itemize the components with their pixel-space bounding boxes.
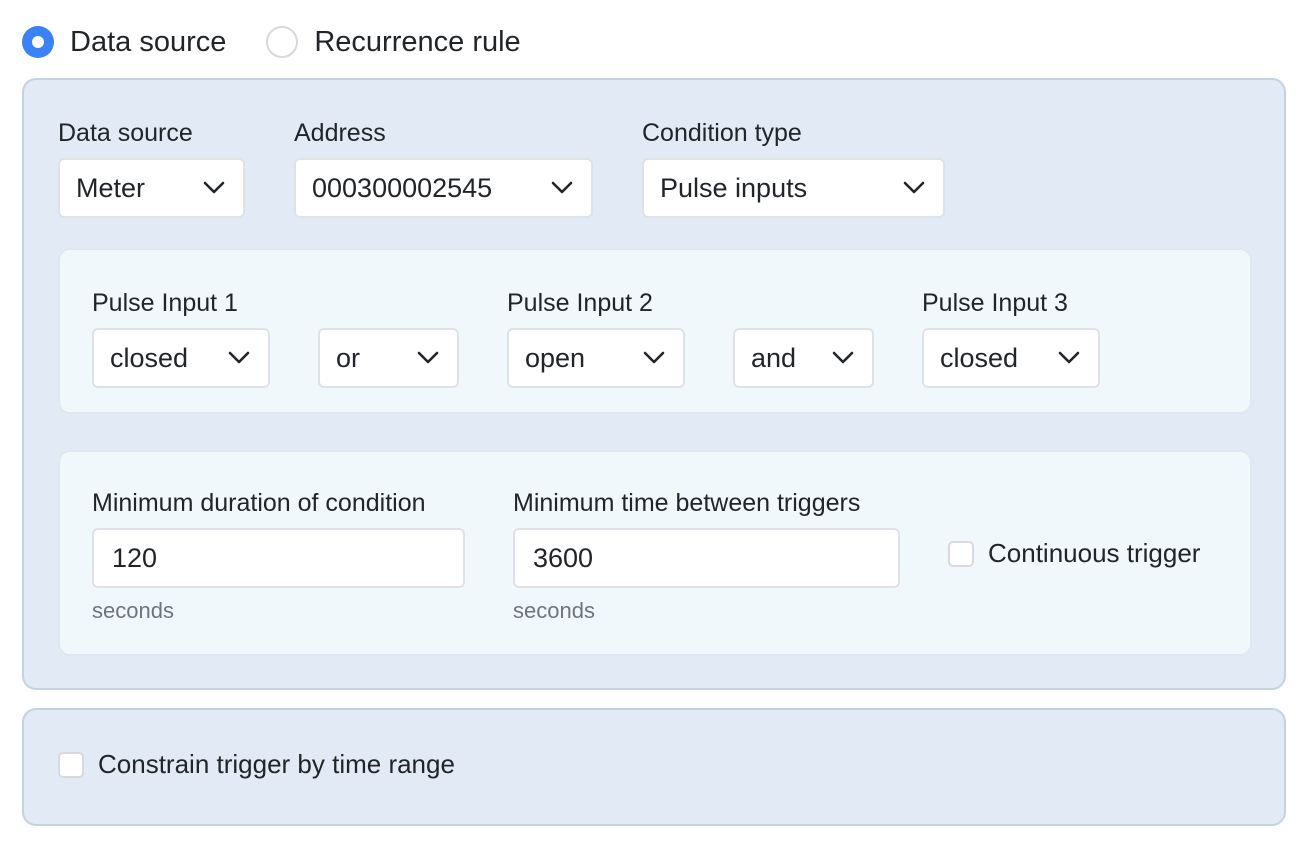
- logic-operator-1-value: or: [336, 342, 361, 373]
- data-source-panel: Data source Meter Address 000300002545 C…: [22, 78, 1286, 690]
- chevron-down-icon: [549, 175, 575, 201]
- radio-unchecked-icon[interactable]: [266, 26, 299, 58]
- min-between-input[interactable]: [513, 528, 900, 588]
- continuous-trigger-label: Continuous trigger: [988, 538, 1201, 568]
- pulse-input-2-select[interactable]: open: [507, 328, 685, 388]
- min-duration-label: Minimum duration of condition: [92, 489, 426, 517]
- pulse-input-3-field: Pulse Input 3 closed: [922, 288, 1100, 388]
- condition-type-field: Condition type Pulse inputs: [642, 118, 945, 218]
- data-source-select[interactable]: Meter: [58, 158, 245, 218]
- pulse-input-3-label: Pulse Input 3: [922, 289, 1068, 317]
- pulse-input-2-value: open: [525, 342, 586, 373]
- mode-radio-group: Data source Recurrence rule: [22, 24, 521, 60]
- radio-checked-icon[interactable]: [22, 26, 54, 58]
- pulse-input-3-value: closed: [940, 342, 1019, 373]
- data-source-label: Data source: [58, 119, 193, 147]
- min-duration-unit: seconds: [92, 598, 174, 623]
- logic-operator-1-field: or: [318, 288, 459, 388]
- logic-operator-2-field: and: [733, 288, 874, 388]
- pulse-input-2-field: Pulse Input 2 open: [507, 288, 685, 388]
- min-duration-input[interactable]: [92, 528, 465, 588]
- continuous-trigger-checkbox[interactable]: [948, 540, 974, 567]
- constrain-time-range-label: Constrain trigger by time range: [98, 749, 455, 779]
- continuous-trigger-option[interactable]: Continuous trigger: [948, 538, 1200, 569]
- address-label: Address: [294, 119, 386, 147]
- timing-panel: Minimum duration of condition seconds Mi…: [58, 450, 1252, 656]
- logic-operator-2-value: and: [751, 342, 797, 373]
- address-value: 000300002545: [312, 172, 493, 203]
- data-source-field: Data source Meter: [58, 118, 245, 218]
- pulse-input-1-field: Pulse Input 1 closed: [92, 288, 270, 388]
- condition-type-value: Pulse inputs: [660, 172, 808, 203]
- pulse-input-3-select[interactable]: closed: [922, 328, 1100, 388]
- radio-label-recurrence-rule: Recurrence rule: [314, 26, 521, 58]
- min-duration-field: Minimum duration of condition seconds: [92, 488, 465, 624]
- radio-label-data-source: Data source: [70, 26, 227, 58]
- trigger-condition-form: Data source Recurrence rule Data source …: [0, 0, 1310, 850]
- constrain-time-range-checkbox[interactable]: [58, 751, 84, 778]
- address-select[interactable]: 000300002545: [294, 158, 593, 218]
- pulse-input-1-label: Pulse Input 1: [92, 289, 238, 317]
- data-source-value: Meter: [76, 172, 146, 203]
- condition-type-select[interactable]: Pulse inputs: [642, 158, 945, 218]
- pulse-input-1-select[interactable]: closed: [92, 328, 270, 388]
- constrain-time-range-option[interactable]: Constrain trigger by time range: [58, 749, 455, 780]
- chevron-down-icon: [201, 175, 227, 201]
- address-field: Address 000300002545: [294, 118, 593, 218]
- pulse-input-2-label: Pulse Input 2: [507, 289, 653, 317]
- chevron-down-icon: [415, 345, 441, 371]
- radio-option-data-source[interactable]: Data source: [22, 24, 226, 60]
- radio-option-recurrence-rule[interactable]: Recurrence rule: [266, 24, 521, 60]
- logic-operator-2-select[interactable]: and: [733, 328, 874, 388]
- min-between-label: Minimum time between triggers: [513, 489, 861, 517]
- chevron-down-icon: [1056, 345, 1082, 371]
- min-between-field: Minimum time between triggers seconds: [513, 488, 900, 624]
- pulse-input-1-value: closed: [110, 342, 189, 373]
- chevron-down-icon: [226, 345, 252, 371]
- min-between-unit: seconds: [513, 598, 595, 623]
- chevron-down-icon: [830, 345, 856, 371]
- chevron-down-icon: [901, 175, 927, 201]
- condition-type-label: Condition type: [642, 119, 802, 147]
- pulse-inputs-panel: Pulse Input 1 closed or Pulse Input 2 op…: [58, 248, 1252, 414]
- logic-operator-1-select[interactable]: or: [318, 328, 459, 388]
- chevron-down-icon: [641, 345, 667, 371]
- time-range-constraint-panel: Constrain trigger by time range: [22, 708, 1286, 826]
